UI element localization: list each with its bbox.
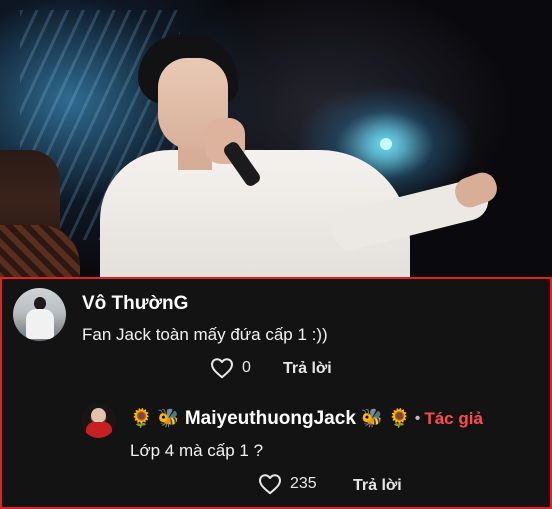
bee-emoji: 🐝 bbox=[157, 408, 180, 429]
reply-button[interactable]: Trả lời bbox=[353, 477, 402, 495]
like-button[interactable]: 235 bbox=[258, 473, 317, 495]
heart-outline-icon bbox=[259, 474, 281, 495]
concert-photo bbox=[0, 0, 552, 278]
spotlight bbox=[380, 138, 392, 150]
heart-outline-icon bbox=[211, 358, 233, 379]
avatar[interactable] bbox=[13, 288, 66, 341]
avatar-body bbox=[86, 422, 112, 438]
reply-header: 🌻 🐝 MaiyeuthuongJack 🐝 🌻 • Tác giả bbox=[130, 407, 483, 431]
sunflower-emoji: 🌻 bbox=[388, 408, 411, 429]
avatar-body bbox=[26, 309, 54, 339]
avatar-head bbox=[91, 408, 106, 423]
like-count: 235 bbox=[290, 475, 317, 492]
avatar[interactable] bbox=[81, 403, 116, 438]
sunflower-emoji: 🌻 bbox=[130, 408, 153, 429]
separator-dot: • bbox=[414, 410, 421, 427]
bee-emoji: 🐝 bbox=[360, 408, 384, 429]
reply-username[interactable]: MaiyeuthuongJack bbox=[185, 408, 356, 430]
like-count: 0 bbox=[242, 359, 251, 376]
like-button[interactable]: 0 bbox=[210, 357, 251, 379]
comment-text: Fan Jack toàn mấy đứa cấp 1 :)) bbox=[82, 325, 328, 344]
author-badge: Tác giả bbox=[424, 409, 483, 428]
comment-username[interactable]: Vô ThườnG bbox=[82, 293, 188, 315]
reply-button[interactable]: Trả lời bbox=[283, 360, 332, 378]
reply-text: Lớp 4 mà cấp 1 ? bbox=[130, 441, 264, 460]
comment-thread: Vô ThườnG Fan Jack toàn mấy đứa cấp 1 :)… bbox=[0, 277, 552, 509]
